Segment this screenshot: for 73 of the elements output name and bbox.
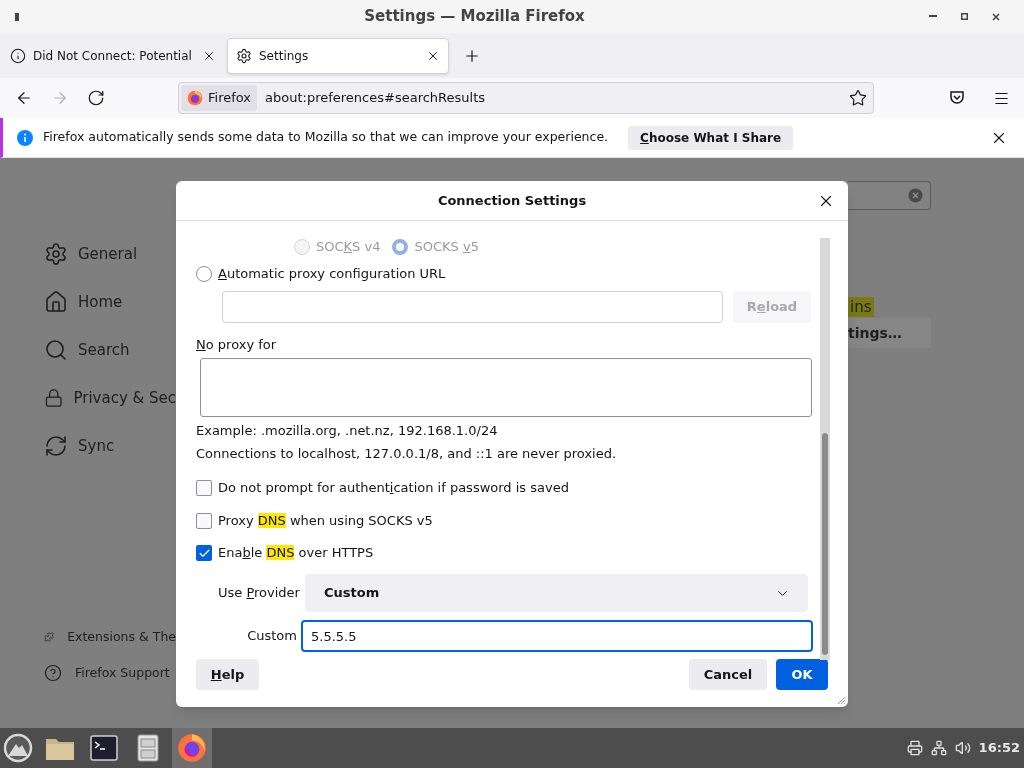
lock-icon — [44, 386, 64, 410]
maximize-icon[interactable] — [961, 13, 968, 20]
checkbox[interactable] — [196, 513, 212, 529]
identity-label: Firefox — [208, 89, 252, 108]
sidebar-link[interactable]: Firefox Support — [75, 663, 170, 683]
field-label: Use Provider — [218, 584, 301, 603]
info-icon — [10, 47, 26, 64]
checkbox[interactable] — [196, 545, 212, 561]
gear-icon — [44, 242, 68, 266]
sidebar-item[interactable]: Home — [78, 290, 123, 314]
help-icon — [44, 664, 62, 682]
checkbox[interactable] — [196, 480, 212, 496]
field-label: No proxy for — [196, 336, 277, 355]
radio-label: Automatic proxy configuration URL — [218, 265, 446, 284]
pocket-icon[interactable] — [949, 90, 965, 106]
notification-message: Firefox automatically sends some data to Mozilla so that we can improve your experience. — [43, 128, 609, 147]
sidebar-item[interactable]: Sync — [78, 434, 115, 458]
proxy-url-field[interactable] — [222, 291, 723, 323]
sidebar-item[interactable]: General — [78, 242, 138, 266]
radio-button[interactable] — [196, 266, 212, 282]
browser-tab[interactable]: Settings — [227, 37, 449, 74]
provider-dropdown[interactable]: Custom — [305, 574, 808, 612]
ok-button[interactable]: OK — [776, 659, 828, 690]
help-text: Connections to localhost, 127.0.0.1/8, and ::1 are never proxied. — [196, 445, 617, 464]
help-text: Example: .mozilla.org, .net.nz, 192.168.1.0/24 — [196, 422, 498, 441]
network-icon[interactable] — [930, 740, 947, 756]
firefox-logo-icon — [187, 90, 203, 106]
sidebar-item[interactable]: Search — [78, 338, 130, 362]
search-icon — [44, 338, 68, 362]
tab-title: Did Not Connect: Potential — [33, 47, 193, 65]
search-match-text: ins — [848, 297, 874, 317]
window-menu-icon[interactable] — [14, 12, 20, 21]
clear-icon[interactable] — [908, 188, 923, 203]
sync-icon — [44, 434, 68, 458]
minimize-icon[interactable] — [929, 15, 937, 18]
firefox-logo-icon — [177, 733, 207, 763]
scrollbar-track[interactable] — [820, 238, 830, 660]
dialog-title: Connection Settings — [437, 191, 587, 210]
checkbox-label: Do not prompt for authentication if password is saved — [218, 479, 569, 498]
mountain-logo-icon — [3, 733, 33, 763]
sidebar-link[interactable]: Extensions & The — [67, 627, 176, 647]
nav-button[interactable] — [86, 88, 106, 108]
tab-title: Settings — [259, 47, 310, 65]
url-text: about:preferences#searchResults — [265, 89, 487, 108]
terminal-icon — [90, 735, 118, 761]
checkbox-label: Proxy DNS when using SOCKS v5 — [218, 512, 433, 531]
settings-button[interactable]: tings… — [848, 318, 931, 348]
resize-grip-icon[interactable] — [836, 695, 846, 705]
identity-box[interactable]: Firefox — [181, 85, 258, 111]
printer-icon[interactable] — [906, 740, 923, 756]
info-icon — [17, 129, 33, 146]
radio-label: SOCKS v4 — [316, 238, 381, 257]
radio-label: SOCKS v5 — [414, 238, 479, 257]
browser-tab[interactable]: Did Not Connect: Potential — [2, 37, 224, 74]
volume-icon[interactable] — [954, 740, 971, 756]
home-icon — [44, 290, 68, 314]
clock: 16:52 — [978, 739, 1020, 758]
cancel-button[interactable]: Cancel — [689, 659, 767, 690]
choose-what-i-share-button[interactable]: Choose What I Share — [628, 125, 794, 150]
gear-icon — [236, 47, 252, 64]
sidebar-item[interactable]: Privacy & Sec — [73, 386, 176, 410]
url-bar[interactable]: Firefox about:preferences#searchResults — [178, 82, 874, 114]
help-button[interactable]: Help — [196, 659, 259, 690]
file-cabinet-icon — [137, 734, 159, 762]
no-proxy-field[interactable] — [200, 358, 812, 417]
checkbox-label: Enable DNS over HTTPS — [218, 544, 374, 563]
field-label: Custom — [246, 627, 297, 646]
scrollbar-thumb[interactable] — [822, 433, 828, 655]
window-title: Settings — Mozilla Firefox — [364, 6, 585, 28]
bookmark-star-icon[interactable] — [849, 89, 867, 107]
custom-url-field[interactable]: 5.5.5.5 — [301, 620, 813, 652]
search-field[interactable] — [848, 181, 931, 210]
close-icon[interactable] — [992, 12, 1000, 21]
